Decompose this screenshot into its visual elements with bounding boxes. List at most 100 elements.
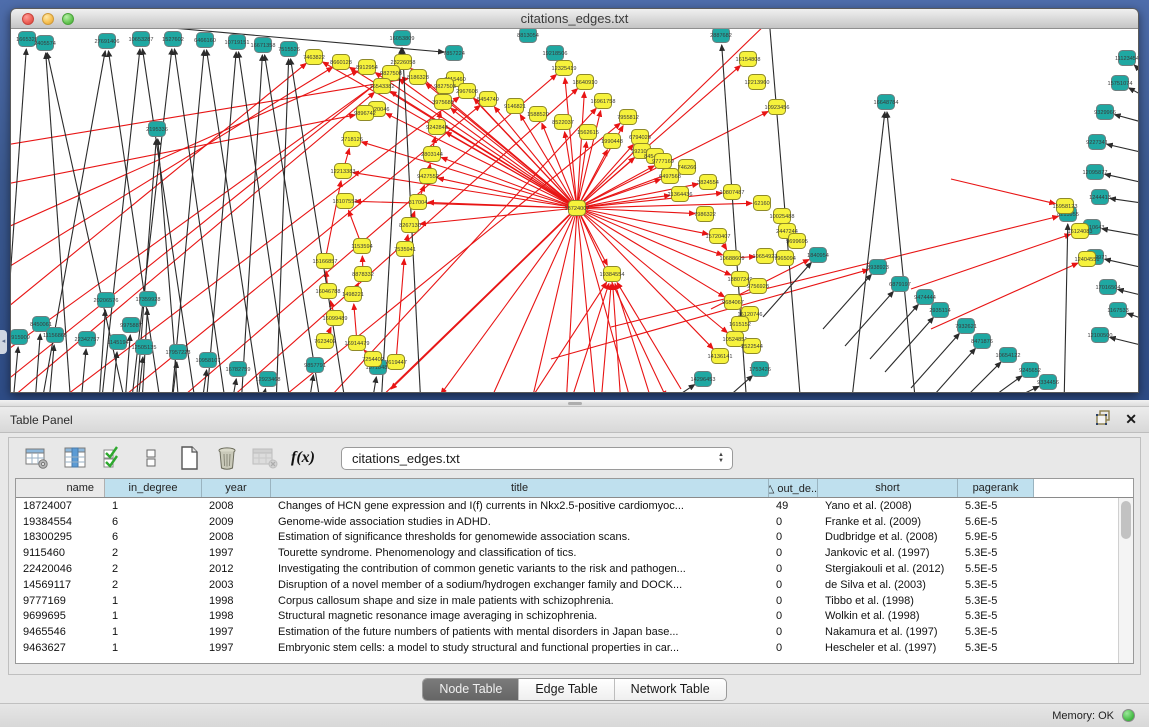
table-cell-name: 14569117 <box>16 579 105 591</box>
table-cell-short: Dudbridge et al. (2008) <box>818 531 958 543</box>
column-select-icon[interactable] <box>61 444 89 472</box>
tab-network-table[interactable]: Network Table <box>615 679 726 700</box>
table-row[interactable]: 969969511998Structural magnetic resonanc… <box>16 609 1133 625</box>
table-row[interactable]: 1456911722003Disruption of a novel membe… <box>16 577 1133 593</box>
graph-edge <box>717 376 753 392</box>
column-header-title[interactable]: title <box>271 479 769 497</box>
table-cell-title: Estimation of significance thresholds fo… <box>271 531 769 543</box>
network-canvas[interactable]: 1665328240557427691406106532871527602646… <box>11 29 1138 392</box>
graph-node-label: 10654122 <box>996 353 1021 359</box>
graph-node-label: 2887682 <box>710 33 732 39</box>
panel-collapse-handle[interactable]: ◂ <box>0 330 7 354</box>
table-row[interactable]: 2242004622012Investigating the contribut… <box>16 561 1133 577</box>
column-header-filler <box>1034 479 1133 497</box>
graph-edge <box>381 48 401 392</box>
graph-node-label: 8186328 <box>407 75 429 81</box>
graph-edge <box>577 208 666 392</box>
table-cell-title: Estimation of the future numbers of pati… <box>271 626 769 638</box>
graph-node-label: 1498221 <box>342 292 364 298</box>
table-cell-in_degree: 1 <box>105 595 202 607</box>
select-all-icon[interactable] <box>99 444 127 472</box>
table-cell-in_degree: 6 <box>105 516 202 528</box>
graph-node-label: 6794028 <box>629 135 651 141</box>
graph-node-label: 12095877 <box>1083 170 1108 176</box>
graph-node-label: 1527602 <box>162 37 184 43</box>
graph-node-label: 18807249 <box>728 277 753 283</box>
table-toolbar: f(x) citations_edges.txt ▲▼ <box>9 438 1140 478</box>
table-row[interactable]: 1938455462009Genome-wide association stu… <box>16 514 1133 530</box>
new-file-icon[interactable] <box>175 444 203 472</box>
table-cell-out_degree: 0 <box>769 547 818 559</box>
graph-node-label: 7955812 <box>617 115 639 121</box>
graph-node-label: 21364436 <box>668 192 693 198</box>
table-settings-icon[interactable] <box>23 444 51 472</box>
graph-edge <box>931 263 1078 329</box>
network-desktop: citations_edges.txt 16653282405574276914… <box>0 0 1149 400</box>
graph-edge <box>1115 115 1138 124</box>
table-row[interactable]: 946554611997Estimation of the future num… <box>16 624 1133 640</box>
graph-node-label: 8878332 <box>352 272 374 278</box>
table-cell-short: Wolkin et al. (1998) <box>818 610 958 622</box>
graph-node-label: 1840954 <box>807 253 829 259</box>
column-header-pagerank[interactable]: pagerank <box>958 479 1034 497</box>
graph-node-label: 19218506 <box>543 51 568 57</box>
graph-node-label: 9777169 <box>652 159 674 165</box>
graph-edge <box>491 208 577 392</box>
table-cell-title: Corpus callosum shape and size in male p… <box>271 595 769 607</box>
graph-node-label: 16124083 <box>1068 229 1093 235</box>
graph-node-label: 6497568 <box>659 174 681 180</box>
column-header-out_degree[interactable]: △ out_de... <box>769 479 818 497</box>
graph-edge <box>1105 259 1138 269</box>
table-cell-year: 2003 <box>202 579 271 591</box>
table-row[interactable]: 977716911998Corpus callosum shape and si… <box>16 593 1133 609</box>
application-window: citations_edges.txt 16653282405574276914… <box>0 0 1149 727</box>
scrollbar-thumb[interactable] <box>1121 501 1131 539</box>
divider-grip-icon[interactable] <box>568 402 582 405</box>
table-row[interactable]: 911546021997Tourette syndrome. Phenomeno… <box>16 545 1133 561</box>
table-row[interactable]: 1872400712008Changes of HCN gene express… <box>16 498 1133 514</box>
table-cell-pagerank: 5.9E-5 <box>958 531 1034 543</box>
column-header-year[interactable]: year <box>202 479 271 497</box>
float-panel-icon[interactable] <box>1096 410 1111 430</box>
table-cell-in_degree: 1 <box>105 642 202 654</box>
graph-node-label: 8522037 <box>552 120 574 126</box>
table-cell-title: Embryonic stem cells: a model to study s… <box>271 642 769 654</box>
function-icon[interactable]: f(x) <box>289 444 317 472</box>
table-cell-title: Investigating the contribution of common… <box>271 563 769 575</box>
graph-node-label: 7623402 <box>314 339 336 345</box>
graph-node-label: 317004 <box>409 200 428 206</box>
table-cell-pagerank: 5.3E-5 <box>958 626 1034 638</box>
graph-node-label: 8267130 <box>399 223 421 229</box>
trash-icon[interactable] <box>213 444 241 472</box>
table-cell-out_degree: 0 <box>769 579 818 591</box>
column-header-short[interactable]: short <box>818 479 958 497</box>
table-cell-out_degree: 0 <box>769 563 818 575</box>
graph-node-label: 7857224 <box>443 51 465 57</box>
graph-node-label: 18724007 <box>565 206 590 212</box>
close-panel-icon[interactable]: ✕ <box>1125 411 1137 428</box>
table-source-dropdown[interactable]: citations_edges.txt ▲▼ <box>341 447 733 470</box>
column-header-in_degree[interactable]: in_degree <box>105 479 202 497</box>
graph-node-label: 6879197 <box>889 282 911 288</box>
column-header-name[interactable]: name <box>16 479 105 497</box>
network-window-titlebar[interactable]: citations_edges.txt <box>11 9 1138 29</box>
graph-edge <box>911 234 1071 289</box>
table-row[interactable]: 946362711997Embryonic stem cells: a mode… <box>16 640 1133 656</box>
table-cell-year: 2009 <box>202 516 271 528</box>
graph-node-label: 7535941 <box>394 247 416 253</box>
tab-edge-table[interactable]: Edge Table <box>519 679 614 700</box>
table-cell-out_degree: 0 <box>769 626 818 638</box>
graph-node-label: 746266 <box>678 165 697 171</box>
tab-node-table[interactable]: Node Table <box>423 679 519 700</box>
table-cell-in_degree: 2 <box>105 547 202 559</box>
graph-node-label: 16099489 <box>323 316 348 322</box>
graph-edge <box>81 349 86 392</box>
status-bar: Memory: OK <box>0 703 1149 727</box>
graph-edge <box>49 345 54 392</box>
panel-divider[interactable] <box>0 400 1149 407</box>
table-row[interactable]: 1830029562008Estimation of significance … <box>16 530 1133 546</box>
graph-edge <box>446 132 577 208</box>
row-boxes-icon[interactable] <box>137 444 165 472</box>
graph-node-label: 2935114 <box>929 308 950 314</box>
vertical-scrollbar[interactable] <box>1118 498 1133 663</box>
